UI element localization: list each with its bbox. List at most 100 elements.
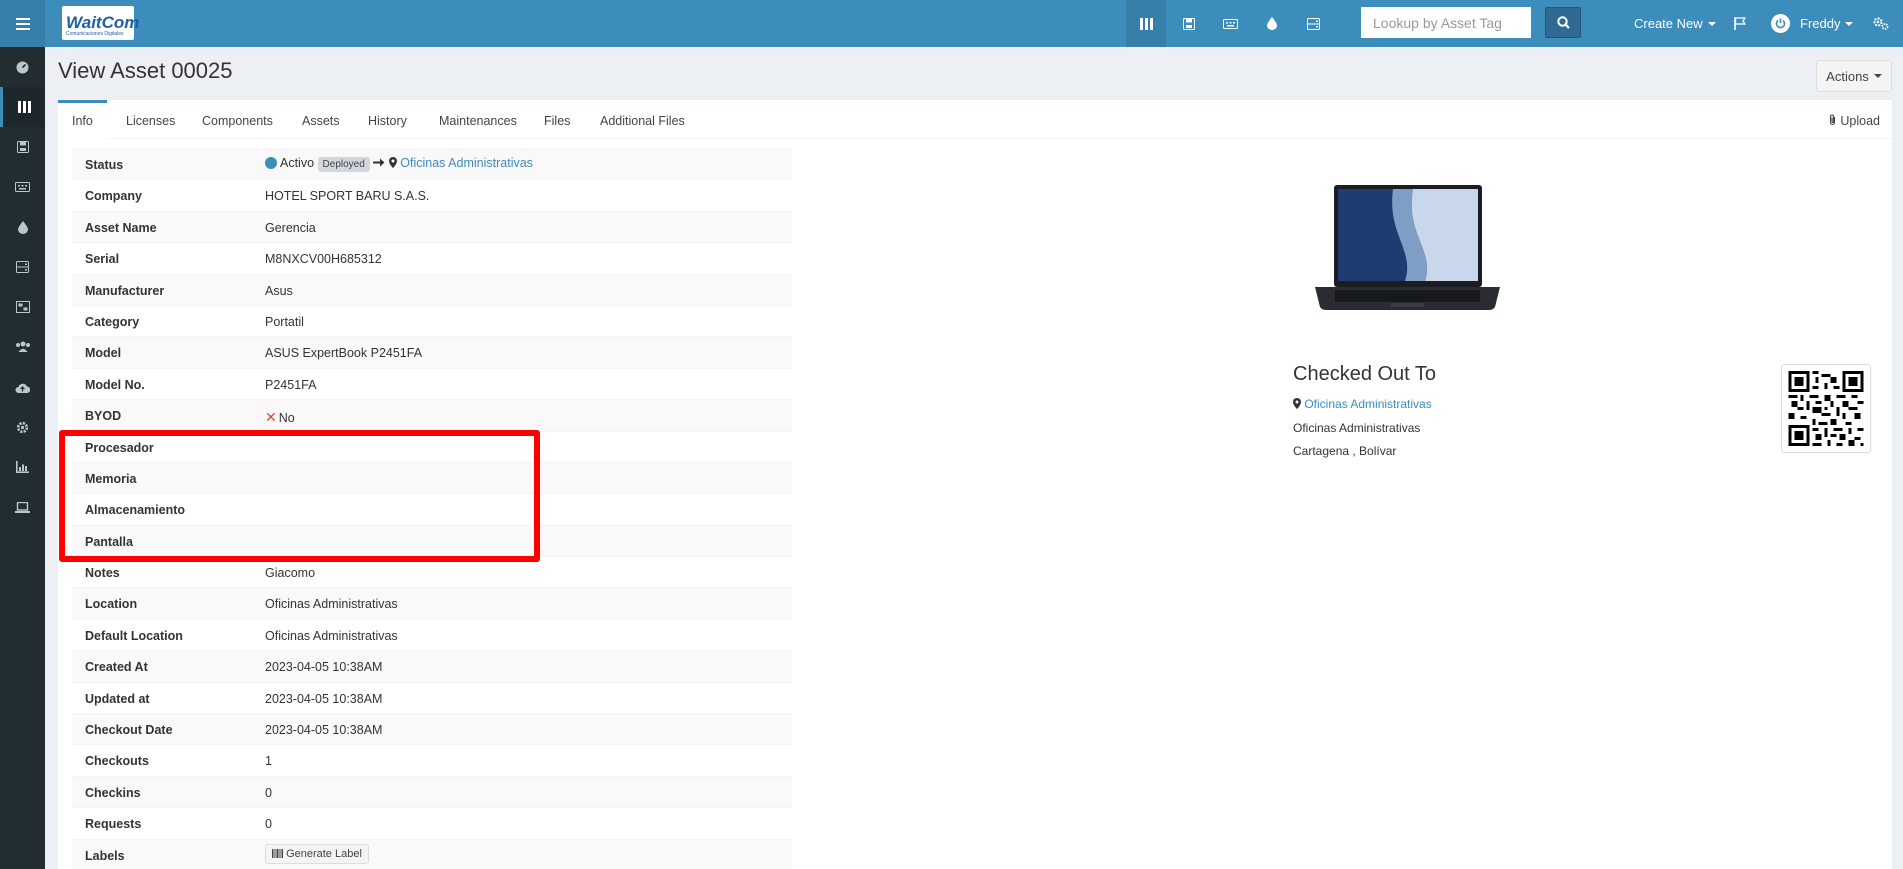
settings-button[interactable] (1861, 0, 1901, 47)
flag-icon (1734, 17, 1746, 30)
top-assets-button[interactable] (1126, 0, 1166, 47)
barcode-icon (272, 848, 283, 858)
reports-icon (16, 461, 29, 473)
accessories-icon (1222, 18, 1238, 29)
row-label: Asset Name (85, 220, 157, 235)
table-row: Serial M8NXCV00H685312 (72, 242, 792, 273)
asset-image (1315, 185, 1500, 310)
top-components-button[interactable] (1293, 0, 1333, 47)
map-marker-icon (1293, 398, 1301, 409)
dashboard-icon (16, 61, 29, 73)
qr-code (1781, 364, 1871, 453)
laptop-icon (15, 501, 30, 513)
table-row-status: Status Activo Deployed Oficinas Administ… (72, 148, 792, 180)
power-icon (1771, 14, 1790, 33)
sidebar-item-kits[interactable] (0, 287, 45, 327)
accessories-icon (15, 182, 30, 192)
sidebar-item-reports[interactable] (0, 447, 45, 487)
alerts-button[interactable] (1720, 0, 1760, 47)
row-value: P2451FA (265, 377, 317, 392)
table-row: Default Location Oficinas Administrativa… (72, 618, 792, 650)
create-new-dropdown[interactable]: Create New (1634, 0, 1716, 47)
cloud-upload-icon (15, 383, 30, 393)
sidebar-item-users[interactable] (0, 327, 45, 367)
row-label: Checkouts (85, 754, 149, 769)
sidebar (0, 47, 45, 869)
row-label: Requests (85, 817, 142, 832)
actions-dropdown-button[interactable]: Actions (1816, 60, 1892, 92)
row-value: 2023-04-05 10:38AM (265, 660, 383, 675)
search-icon (1556, 16, 1570, 29)
sidebar-item-dashboard[interactable] (0, 47, 45, 87)
row-label: Model No. (85, 377, 145, 392)
paperclip-icon (1829, 114, 1835, 126)
default-location-link[interactable]: Oficinas Administrativas (265, 629, 398, 643)
sidebar-item-components[interactable] (0, 247, 45, 287)
consumables-icon (17, 220, 28, 234)
tab-history[interactable]: History (368, 100, 407, 139)
company-logo[interactable]: WaitCom Comunicaciones Digitales (62, 6, 139, 40)
table-row: Checkins 0 (72, 775, 792, 808)
row-value: 2023-04-05 10:38AM (265, 691, 383, 706)
table-row: Category Portatil (72, 304, 792, 336)
tab-licenses[interactable]: Licenses (126, 100, 175, 139)
sidebar-item-import[interactable] (0, 367, 45, 407)
tab-info[interactable]: Info (58, 100, 107, 139)
table-row: Company HOTEL SPORT BARU S.A.S. (72, 179, 792, 210)
menu-toggle-button[interactable] (0, 0, 45, 47)
tab-additional-files[interactable]: Additional Files (600, 100, 685, 139)
tab-bar: Info Licenses Components Assets History … (58, 100, 1892, 139)
qr-code-icon (1788, 371, 1864, 446)
components-icon (1306, 17, 1320, 30)
tab-files[interactable]: Files (544, 100, 570, 139)
tab-assets[interactable]: Assets (302, 100, 340, 139)
company-link[interactable]: HOTEL SPORT BARU S.A.S. (265, 189, 429, 203)
users-icon (15, 341, 30, 352)
generate-label-button[interactable]: Generate Label (265, 843, 369, 864)
licenses-icon (16, 141, 29, 153)
sidebar-item-assets[interactable] (0, 87, 45, 127)
row-label: BYOD (85, 409, 122, 424)
status-badge: Deployed (317, 157, 370, 172)
checked-out-location-link[interactable]: Oficinas Administrativas (1304, 397, 1431, 411)
row-label: Notes (85, 566, 120, 581)
licenses-icon (1183, 17, 1195, 30)
sidebar-item-accessories[interactable] (0, 167, 45, 207)
kits-icon (15, 301, 30, 313)
table-row: Model ASUS ExpertBook P2451FA (72, 336, 792, 368)
asset-tag-search-input[interactable] (1361, 7, 1531, 38)
assets-icon (17, 101, 31, 113)
table-row: Manufacturer Asus (72, 273, 792, 305)
caret-down-icon (1707, 21, 1716, 26)
top-licenses-button[interactable] (1169, 0, 1209, 47)
sidebar-item-settings[interactable] (0, 407, 45, 447)
sidebar-item-consumables[interactable] (0, 207, 45, 247)
tab-maintenances[interactable]: Maintenances (439, 100, 517, 139)
manufacturer-link[interactable]: Asus (265, 284, 293, 298)
model-link[interactable]: ASUS ExpertBook P2451FA (265, 346, 422, 360)
times-icon: ✕ (265, 409, 277, 426)
row-value: 2023-04-05 10:38AM (265, 723, 383, 738)
consumables-icon (1267, 17, 1277, 30)
search-button[interactable] (1545, 7, 1581, 38)
row-label: Manufacturer (85, 283, 165, 298)
top-accessories-button[interactable] (1210, 0, 1250, 47)
map-marker-icon (388, 157, 397, 168)
top-navbar: WaitCom Comunicaciones Digitales Create … (0, 0, 1903, 47)
sidebar-item-licenses[interactable] (0, 127, 45, 167)
location-link[interactable]: Oficinas Administrativas (265, 597, 398, 611)
row-label: Serial (85, 252, 120, 267)
status-dot-icon (265, 157, 277, 169)
row-label: Checkins (85, 785, 141, 800)
row-value: 0 (265, 785, 272, 800)
sidebar-item-requestable[interactable] (0, 487, 45, 527)
tab-components[interactable]: Components (202, 100, 273, 139)
status-state: Activo (280, 156, 315, 170)
category-link[interactable]: Portatil (265, 315, 304, 329)
upload-link[interactable]: Upload (1828, 100, 1880, 139)
row-label: Location (85, 597, 138, 612)
table-row: Location Oficinas Administrativas (72, 587, 792, 619)
status-location-link[interactable]: Oficinas Administrativas (400, 156, 533, 170)
top-consumables-button[interactable] (1252, 0, 1292, 47)
user-menu-dropdown[interactable]: Freddy (1771, 0, 1854, 47)
